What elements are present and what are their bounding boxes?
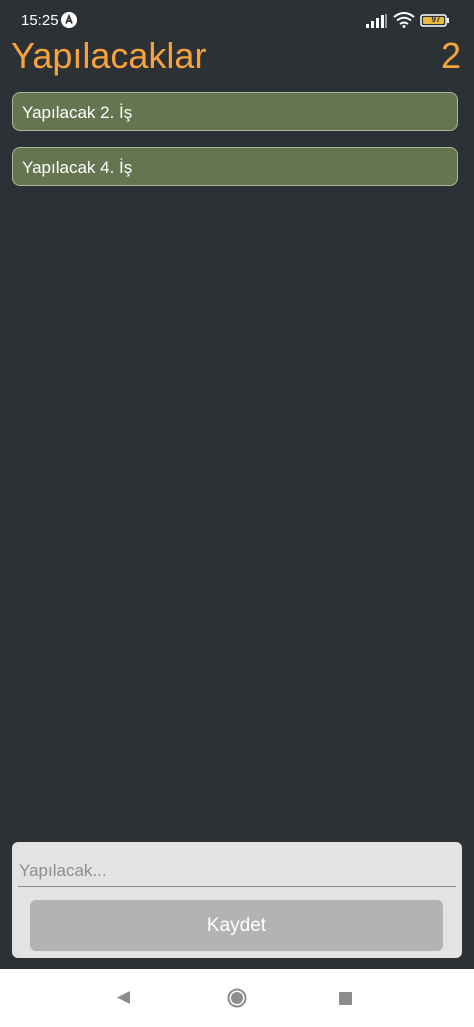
page-title: Yapılacaklar — [11, 35, 207, 76]
new-todo-form: Kaydet — [12, 842, 462, 958]
save-button[interactable]: Kaydet — [30, 900, 443, 951]
status-bar: 15:25 97 — [0, 0, 474, 40]
todo-input[interactable] — [18, 855, 456, 887]
app-notification-icon — [61, 12, 77, 28]
battery-level: 97 — [431, 15, 441, 24]
status-time: 15:25 — [21, 12, 59, 29]
todo-item-label: Yapılacak 4. İş — [22, 158, 133, 177]
todo-item-label: Yapılacak 2. İş — [22, 103, 133, 122]
todo-item[interactable]: Yapılacak 2. İş — [12, 92, 458, 131]
home-icon[interactable] — [227, 988, 247, 1008]
back-icon[interactable] — [116, 990, 131, 1005]
wifi-icon — [393, 12, 415, 28]
app-screen: 15:25 97 Yapılacaklar 2 Yapılacak 2. İş — [0, 0, 474, 969]
recents-icon[interactable] — [339, 992, 352, 1005]
todo-item[interactable]: Yapılacak 4. İş — [12, 147, 458, 186]
navigation-bar — [0, 969, 474, 1027]
todo-count: 2 — [440, 35, 461, 76]
signal-icon — [366, 14, 387, 28]
